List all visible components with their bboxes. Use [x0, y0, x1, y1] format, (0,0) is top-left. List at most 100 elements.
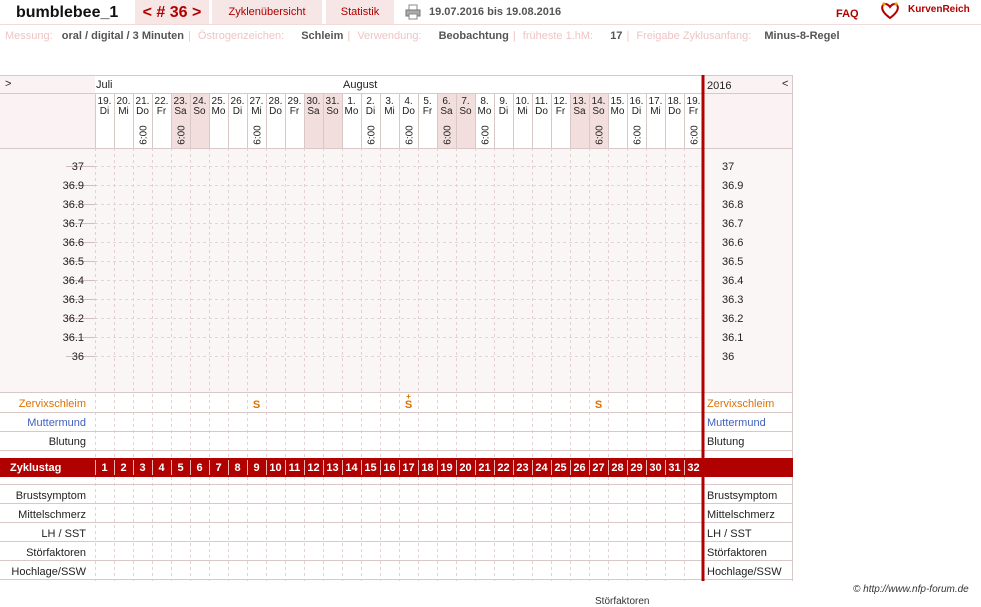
row-label-left: Blutung	[49, 436, 86, 448]
left-header-panel	[0, 75, 95, 148]
row-label-right: Blutung	[707, 436, 744, 448]
cycle-day-number: 7	[215, 462, 221, 474]
day-weekday: So	[326, 106, 339, 117]
temp-axis-label-left: 36.4	[63, 275, 84, 287]
header-divider	[0, 24, 981, 25]
cycle-nav-button[interactable]: < # 36 >	[135, 0, 209, 24]
day-weekday: Fr	[556, 106, 566, 117]
temp-axis-label-right: 36.2	[722, 313, 743, 325]
cycle-day-number: 18	[421, 462, 433, 474]
measure-time: 6:00	[139, 125, 150, 145]
temp-axis-label-right: 36	[722, 351, 734, 363]
day-weekday: Mo	[611, 106, 625, 117]
temp-axis-label-left: 36.1	[63, 332, 84, 344]
row-label-left: Mittelschmerz	[18, 509, 86, 521]
cycle-day-number: 29	[630, 462, 642, 474]
measure-time: 6:00	[177, 125, 188, 145]
mucus-mark: S	[405, 399, 412, 411]
temp-axis-label-left: 36.3	[63, 294, 84, 306]
nav-next-button[interactable]: <	[782, 78, 788, 90]
mucus-mark: S	[595, 399, 602, 411]
temp-axis-label-left: 36.5	[63, 256, 84, 268]
temp-axis-label-left: 36.7	[63, 218, 84, 230]
copyright: © http://www.nfp-forum.de	[853, 584, 969, 595]
cycle-day-number: 17	[402, 462, 414, 474]
row-label-right: LH / SST	[707, 528, 752, 540]
day-weekday: So	[193, 106, 206, 117]
measure-time: 6:00	[443, 125, 454, 145]
cycle-day-number: 20	[459, 462, 471, 474]
day-weekday: Mi	[384, 106, 395, 117]
day-weekday: Mo	[478, 106, 492, 117]
day-weekday: Mo	[212, 106, 226, 117]
row-label-right: Brustsymptom	[707, 490, 777, 502]
brand-link[interactable]: KurvenReich	[908, 4, 970, 15]
day-weekday: Di	[632, 106, 641, 117]
cycle-day-number: 11	[289, 462, 301, 474]
day-weekday: Sa	[440, 106, 453, 117]
cycle-day-number: 9	[253, 462, 259, 474]
month-label: Juli	[96, 79, 113, 91]
day-weekday: Mi	[251, 106, 262, 117]
day-weekday: Fr	[290, 106, 300, 117]
cycle-day-number: 28	[611, 462, 623, 474]
release-label: Freigabe Zyklusanfang:	[636, 30, 752, 42]
cycle-day-number: 6	[196, 462, 202, 474]
temp-axis-label-right: 36.8	[722, 199, 743, 211]
day-weekday: Fr	[689, 106, 699, 117]
temp-axis-label-right: 36.1	[722, 332, 743, 344]
temp-axis-label-left: 36	[72, 351, 84, 363]
cycle-day-number: 13	[326, 462, 338, 474]
cycle-day-number: 3	[139, 462, 145, 474]
cycle-day-number: 15	[364, 462, 376, 474]
estrogen-value: Schleim	[301, 30, 344, 42]
printer-icon[interactable]	[405, 4, 421, 20]
day-weekday: Do	[668, 106, 681, 117]
measure-time: 6:00	[595, 125, 606, 145]
measure-time: 6:00	[405, 125, 416, 145]
measure-time: 6:00	[253, 125, 264, 145]
cycle-day-number: 27	[592, 462, 604, 474]
heart-logo-icon[interactable]	[880, 2, 900, 20]
cycle-day-number: 30	[649, 462, 661, 474]
cycle-day-number: 24	[535, 462, 548, 474]
username: bumblebee_1	[16, 4, 119, 21]
row-label-left: Störfaktoren	[26, 547, 86, 559]
statistics-tab[interactable]: Statistik	[326, 0, 394, 24]
cycle-day-number: 1	[101, 462, 107, 474]
row-label-right: Zervixschleim	[707, 398, 774, 410]
day-weekday: Do	[402, 106, 415, 117]
measure-value: oral / digital / 3 Minuten	[61, 30, 184, 42]
cycle-day-number: 21	[478, 462, 490, 474]
year-label: 2016	[707, 80, 731, 92]
row-label-left: LH / SST	[41, 528, 86, 540]
cycle-day-number: 8	[234, 462, 240, 474]
cycles-overview-tab[interactable]: Zyklenübersicht	[212, 0, 322, 24]
measure-time: 6:00	[367, 125, 378, 145]
temp-axis-label-right: 37	[722, 161, 734, 173]
date-range: 19.07.2016 bis 19.08.2016	[429, 6, 562, 18]
release-value: Minus-8-Regel	[764, 30, 840, 42]
day-weekday: Di	[499, 106, 508, 117]
earliest-label: früheste 1.hM:	[522, 30, 594, 42]
day-weekday: Fr	[423, 106, 433, 117]
cycle-day-number: 23	[516, 462, 528, 474]
cycle-day-number: 16	[383, 462, 395, 474]
day-weekday: Mi	[118, 106, 129, 117]
temp-axis-label-left: 36.6	[63, 237, 84, 249]
measure-time: 6:00	[481, 125, 492, 145]
faq-link[interactable]: FAQ	[836, 8, 859, 20]
day-weekday: Fr	[157, 106, 167, 117]
row-label-left: Brustsymptom	[16, 490, 86, 502]
cycle-day-number: 25	[554, 462, 566, 474]
cycle-day-number: 14	[345, 462, 358, 474]
day-weekday: Do	[535, 106, 548, 117]
temp-axis-label-left: 36.2	[63, 313, 84, 325]
day-weekday: Mo	[345, 106, 359, 117]
day-weekday: Mi	[650, 106, 661, 117]
temp-axis-label-right: 36.6	[722, 237, 743, 249]
cycle-day-number: 19	[440, 462, 452, 474]
measure-time: 6:00	[690, 125, 701, 145]
nav-prev-button[interactable]: >	[5, 78, 11, 90]
row-label-right: Muttermund	[707, 417, 766, 429]
